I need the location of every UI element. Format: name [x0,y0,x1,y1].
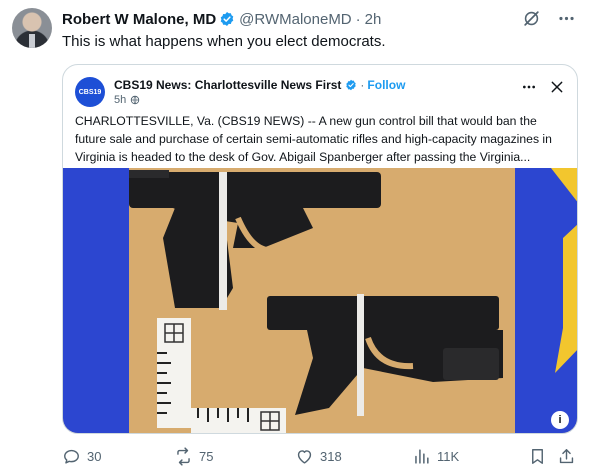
author-handle[interactable]: @RWMaloneMD [239,11,351,28]
reply-button[interactable]: 30 [62,447,101,466]
repost-count: 75 [199,449,214,464]
views-button[interactable]: 11K [412,447,459,466]
pistols-evidence-photo [63,168,577,433]
tweet-header: Robert W Malone, MD @RWMaloneMD · 2h [62,9,381,29]
bookmark-button[interactable] [528,447,547,466]
card-time-row: 5h [114,94,140,106]
grok-icon[interactable] [522,9,541,28]
tweet-top-actions [522,9,576,28]
card-source-name[interactable]: CBS19 News: Charlottesville News First [114,78,341,92]
verified-badge-icon [220,12,234,26]
repost-icon [177,447,190,466]
separator-dot: · [355,10,361,28]
card-time[interactable]: 5h [114,94,126,106]
left-blue-panel [63,168,129,433]
cbs19-logo[interactable]: CBS19 [75,77,105,107]
tweet-actions-bar: 30 75 318 11K [62,447,582,469]
reply-count: 30 [87,449,102,464]
follow-button[interactable]: Follow [367,78,405,92]
bookmark-icon [532,449,543,464]
share-icon [559,449,574,464]
card-body-text: CHARLOTTESVILLE, Va. (CBS19 NEWS) -- A n… [75,114,552,164]
views-count: 11K [437,449,460,464]
reply-icon [64,449,79,464]
close-icon[interactable] [549,79,565,95]
views-icon [415,449,429,464]
like-count: 318 [320,449,342,464]
media-info-badge[interactable]: i [551,411,569,429]
share-button[interactable] [557,447,576,466]
tweet-text: This is what happens when you elect demo… [62,33,386,50]
card-photo[interactable]: i [63,168,577,433]
embedded-post-card[interactable]: CBS19 CBS19 News: Charlottesville News F… [62,64,578,434]
follow-separator: · [360,78,365,92]
like-icon [297,450,312,464]
globe-icon [131,95,140,105]
like-button[interactable]: 318 [295,447,342,466]
card-header: CBS19 News: Charlottesville News First ·… [114,78,405,92]
author-avatar[interactable] [12,8,52,48]
tweet-time[interactable]: 2h [365,11,382,28]
author-name[interactable]: Robert W Malone, MD [62,11,216,28]
more-icon[interactable] [557,9,576,28]
verified-badge-icon [346,79,357,91]
more-icon[interactable] [521,79,537,95]
repost-button[interactable]: 75 [174,447,213,466]
